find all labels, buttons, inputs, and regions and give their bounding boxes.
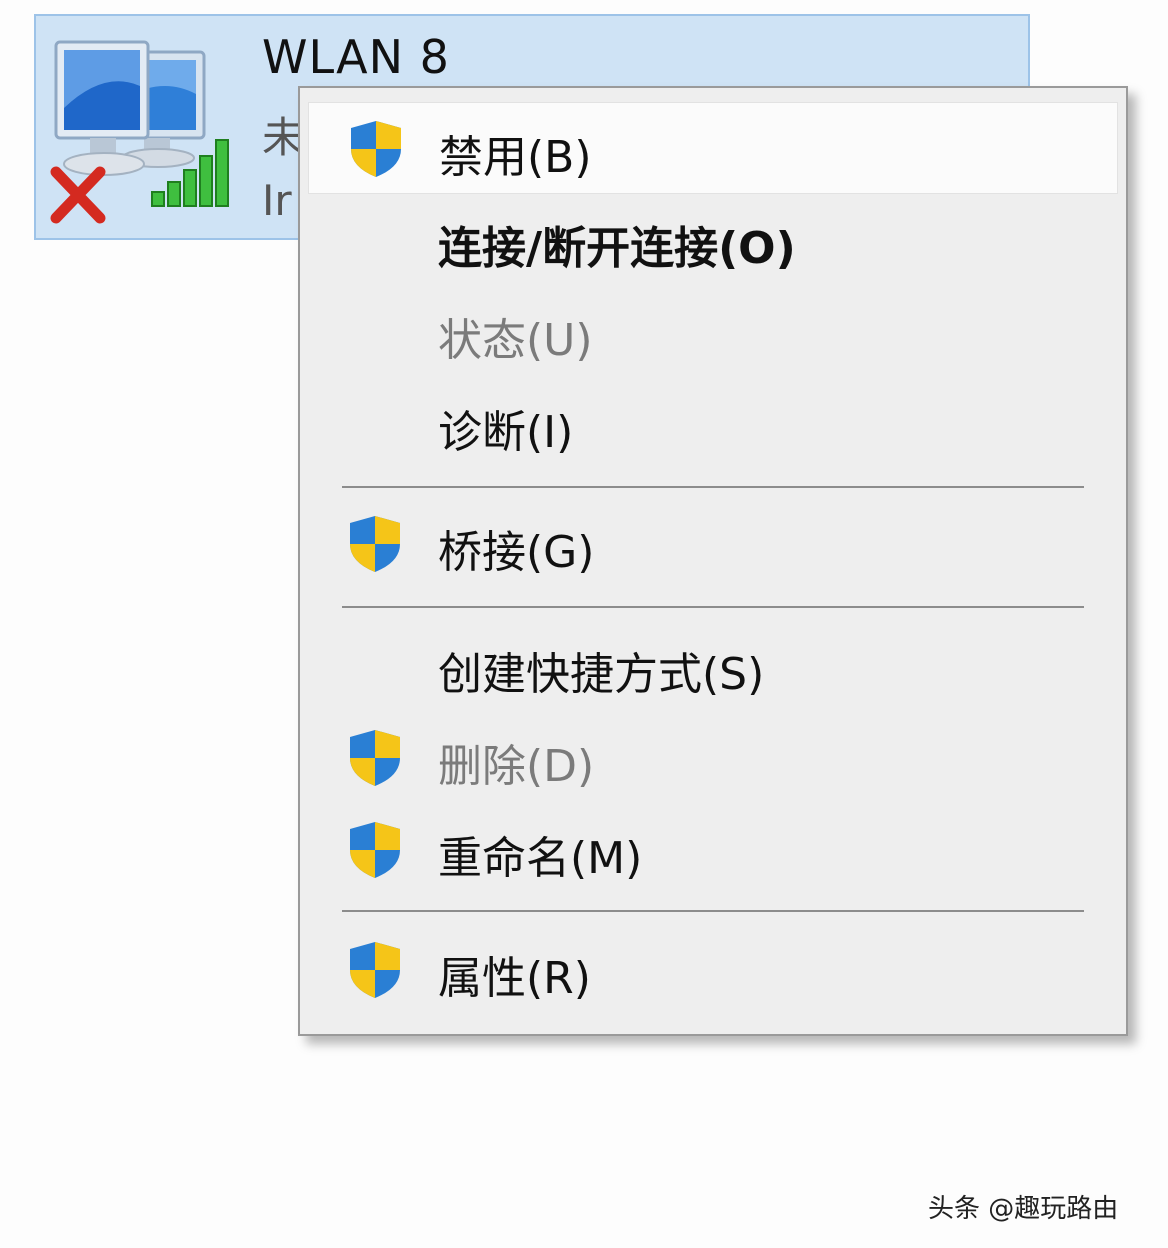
menu-item-label: 连接/断开连接(O): [438, 223, 796, 274]
uac-shield-icon: [350, 822, 400, 878]
adapter-device: Ir: [262, 176, 292, 225]
menu-separator: [342, 606, 1084, 608]
menu-item-bridge[interactable]: 桥接(G): [308, 498, 1118, 590]
signal-bars-icon: [151, 139, 229, 207]
menu-item-connect-disconnect[interactable]: 连接/断开连接(O): [308, 194, 1118, 286]
uac-shield-icon: [351, 121, 401, 177]
watermark: 头条 @趣玩路由: [928, 1194, 1119, 1224]
uac-shield-icon: [350, 516, 400, 572]
red-x-icon: [50, 166, 106, 224]
menu-item-rename[interactable]: 重命名(M): [308, 804, 1118, 896]
menu-item-status[interactable]: 状态(U): [308, 286, 1118, 378]
menu-item-label: 重命名(M): [438, 833, 643, 884]
menu-item-label: 禁用(B): [439, 132, 592, 183]
menu-item-label: 状态(U): [438, 315, 593, 366]
menu-item-delete[interactable]: 删除(D): [308, 712, 1118, 804]
menu-separator: [342, 486, 1084, 488]
uac-shield-icon: [350, 730, 400, 786]
menu-separator: [342, 910, 1084, 912]
uac-shield-icon: [350, 942, 400, 998]
menu-item-label: 诊断(I): [438, 407, 574, 458]
context-menu: 禁用(B) 连接/断开连接(O) 状态(U) 诊断(I) 桥接(G) 创建快捷方…: [298, 86, 1128, 1036]
menu-item-disable[interactable]: 禁用(B): [308, 102, 1118, 194]
menu-item-create-shortcut[interactable]: 创建快捷方式(S): [308, 620, 1118, 712]
menu-item-label: 删除(D): [438, 741, 595, 792]
adapter-name: WLAN 8: [262, 30, 450, 84]
menu-item-properties[interactable]: 属性(R): [308, 924, 1118, 1016]
menu-item-label: 属性(R): [438, 953, 591, 1004]
menu-item-label: 桥接(G): [438, 527, 595, 578]
menu-item-label: 创建快捷方式(S): [438, 649, 765, 700]
menu-item-diagnose[interactable]: 诊断(I): [308, 378, 1118, 470]
